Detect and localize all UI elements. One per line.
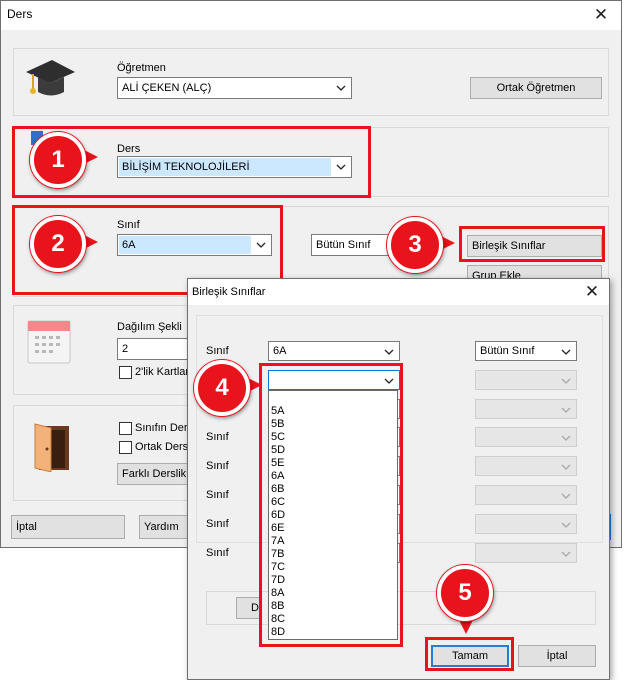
window-title: Ders [7,7,33,21]
distribution-input[interactable]: 2 [117,338,191,360]
double-cards-label: 2'lik Kartlar [135,366,190,378]
row-scope-select[interactable] [475,543,577,563]
teacher-label: Öğretmen [117,62,166,74]
row-scope-select[interactable] [475,370,577,390]
callout-5: 5 [437,565,493,621]
chevron-down-icon [561,349,571,355]
dialog-title-bar: Birleşik Sınıflar ✕ [188,279,609,305]
dialog-close-icon[interactable]: ✕ [578,282,606,302]
callout-1: 1 [30,132,86,188]
chevron-down-icon [561,378,571,384]
row-label: Sınıf [206,547,229,559]
row-label: Sınıf [206,460,229,472]
chevron-down-icon [336,85,346,91]
door-icon [34,423,69,472]
double-cards-checkbox[interactable] [119,366,132,379]
teacher-select[interactable]: ALİ ÇEKEN (ALÇ) [117,77,352,99]
row-label: Sınıf [206,431,229,443]
chevron-down-icon [561,435,571,441]
row-scope-select[interactable] [475,485,577,505]
graduation-cap-icon [26,60,75,96]
row-scope-select[interactable] [475,514,577,534]
chevron-down-icon [561,407,571,413]
class-scope-value: Bütün Sınıf [316,239,371,251]
ortak-ogretmen-button[interactable]: Ortak Öğretmen [470,77,602,99]
dialog-cancel-button[interactable]: İptal [518,645,596,667]
dialog-title: Birleşik Sınıflar [192,286,266,298]
highlight-box-combined [459,226,605,262]
highlight-box-dropdown [259,363,403,647]
help-button[interactable]: Yardım [139,515,189,539]
close-icon[interactable]: ✕ [587,5,615,25]
callout-3: 3 [387,217,443,273]
chevron-down-icon [561,464,571,470]
chevron-down-icon [561,551,571,557]
callout-2: 2 [30,216,86,272]
row-scope-select[interactable] [475,399,577,419]
calendar-icon [27,320,71,364]
main-cancel-button[interactable]: İptal [11,515,125,539]
row-scope-select[interactable]: Bütün Sınıf [475,341,577,361]
row-label: Sınıf [206,345,229,357]
row-label: Sınıf [206,489,229,501]
teacher-value: ALİ ÇEKEN (ALÇ) [122,82,212,94]
row-scope-value: Bütün Sınıf [480,345,535,357]
row-scope-select[interactable] [475,427,577,447]
highlight-box-ok [425,637,514,671]
row-label: Sınıf [206,518,229,530]
row-scope-select[interactable] [475,456,577,476]
chevron-down-icon [561,522,571,528]
common-room-checkbox[interactable] [119,441,132,454]
callout-4: 4 [194,360,250,416]
class-room-checkbox[interactable] [119,422,132,435]
row-class-value: 6A [273,345,287,357]
title-bar: Ders ✕ [1,1,621,30]
common-room-label: Ortak Dersl [135,441,191,453]
distribution-label: Dağılım Şekli [117,321,182,333]
chevron-down-icon [561,493,571,499]
distribution-value: 2 [122,343,129,355]
row-class-select[interactable]: 6A [268,341,400,361]
chevron-down-icon [384,349,394,355]
other-room-button[interactable]: Farklı Derslik S [117,463,189,485]
